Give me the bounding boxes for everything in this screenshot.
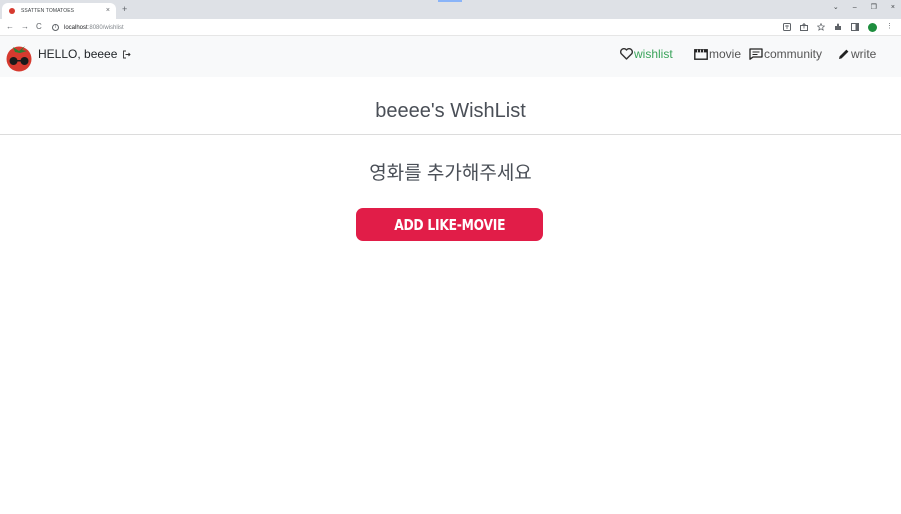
toolbar-icons: ⋮ [783,22,893,32]
restore-button[interactable]: ❐ [871,3,877,13]
address-bar[interactable]: i localhost:8080/wishlist [52,22,782,33]
back-button[interactable]: ← [6,22,14,32]
close-window-button[interactable]: × [891,3,895,13]
user-greeting: HELLO, beeee [38,47,132,61]
greeting-text: HELLO, beeee [38,47,118,61]
browser-menu-icon[interactable]: ⋮ [886,22,893,32]
tab-title: SSATTEN TOMATOES [21,8,75,14]
nav-write-link[interactable]: write [837,47,876,61]
reload-button[interactable]: C [36,22,42,32]
browser-tab-strip: SSATTEN TOMATOES × + ⌄ – ❐ × [0,0,901,19]
pencil-icon [839,49,849,59]
translate-icon[interactable] [783,23,791,31]
window-controls: ⌄ – ❐ × [833,3,895,13]
bookmark-star-icon[interactable] [817,23,825,31]
url-path: :8080/wishlist [87,24,124,31]
share-icon[interactable] [800,23,808,31]
nav-write-label: write [851,47,877,61]
nav-wishlist-link[interactable]: wishlist [620,47,673,61]
nav-community-link[interactable]: community [749,47,822,61]
nav-movie-label: movie [709,47,742,61]
add-like-movie-label: ADD LIKE-MOVIE [393,215,506,234]
new-tab-button[interactable]: + [122,4,127,14]
nav-movie-link[interactable]: movie [694,47,741,61]
tab-search-icon[interactable]: ⌄ [833,3,839,13]
add-like-movie-button[interactable]: ADD LIKE-MOVIE [356,208,543,241]
tomato-logo-icon[interactable] [5,42,33,72]
logout-icon[interactable] [122,50,132,59]
nav-wishlist-label: wishlist [634,47,673,61]
message-icon [749,48,763,60]
side-panel-icon[interactable] [851,23,859,31]
page-title: beeee's WishList [375,100,526,122]
site-info-icon[interactable]: i [52,24,59,31]
browser-toolbar: ← → C i localhost:8080/wishlist ⋮ [0,19,901,36]
nav-community-label: community [764,47,823,61]
empty-wishlist-message: 영화를 추가해주세요 [369,163,532,184]
clapperboard-icon [694,48,708,60]
tab-strip-accent [438,0,462,2]
profile-avatar[interactable] [868,22,877,32]
minimize-button[interactable]: – [853,3,857,13]
forward-button[interactable]: → [21,22,29,32]
heart-icon [620,48,633,60]
extensions-puzzle-icon[interactable] [834,23,842,31]
browser-tab[interactable]: SSATTEN TOMATOES × [2,3,116,19]
url-host: localhost [64,24,88,31]
tab-close-icon[interactable]: × [106,6,110,15]
title-divider [0,134,901,135]
tomato-favicon-icon [9,8,15,14]
